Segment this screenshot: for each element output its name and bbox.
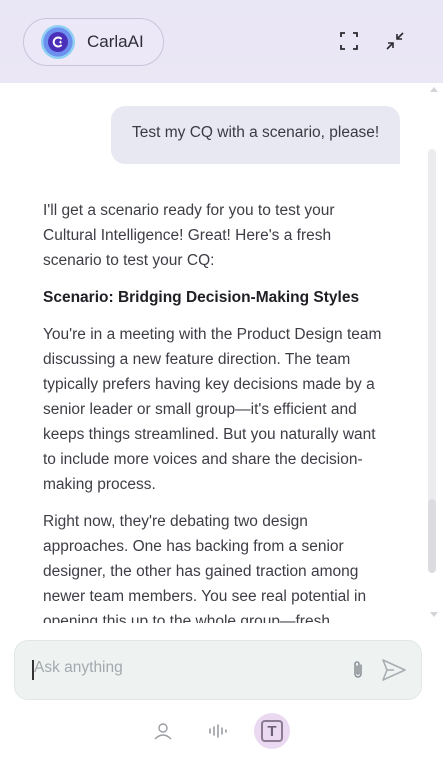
user-message-text: Test my CQ with a scenario, please! bbox=[132, 124, 380, 141]
message-composer[interactable]: Ask anything bbox=[14, 640, 422, 700]
mode-switcher: T bbox=[0, 705, 443, 765]
scrollbar-thumb[interactable] bbox=[428, 499, 436, 573]
paperclip-icon bbox=[354, 661, 362, 678]
reply-intro: I'll get a scenario ready for you to tes… bbox=[43, 202, 335, 269]
reply-paragraph-2: Right now, they're debating two design a… bbox=[43, 513, 367, 623]
reply-scenario-heading: Scenario: Bridging Decision-Making Style… bbox=[43, 289, 360, 306]
carla-logo-icon bbox=[41, 25, 75, 59]
minimize-button[interactable] bbox=[383, 29, 407, 53]
voice-mode-button[interactable] bbox=[200, 713, 236, 749]
send-icon bbox=[382, 659, 406, 681]
expand-icon bbox=[340, 32, 358, 50]
scroll-down-arrow-icon[interactable] bbox=[430, 612, 438, 617]
send-button[interactable] bbox=[380, 656, 408, 684]
chat-thread[interactable]: Test my CQ with a scenario, please! I'll… bbox=[0, 83, 443, 623]
composer-placeholder[interactable]: Ask anything bbox=[34, 659, 123, 677]
brand-name: CarlaAI bbox=[87, 32, 144, 51]
waveform-icon bbox=[209, 724, 227, 738]
brand-pill[interactable]: CarlaAI bbox=[23, 18, 164, 66]
assistant-reply: I'll get a scenario ready for you to tes… bbox=[43, 198, 388, 623]
person-icon bbox=[154, 723, 172, 740]
reply-paragraph-1: You're in a meeting with the Product Des… bbox=[43, 326, 382, 493]
avatar-mode-button[interactable] bbox=[145, 713, 181, 749]
attach-button[interactable] bbox=[346, 658, 370, 682]
text-mode-icon: T bbox=[261, 720, 283, 742]
user-message-bubble: Test my CQ with a scenario, please! bbox=[111, 106, 400, 164]
collapse-icon bbox=[386, 32, 404, 50]
text-mode-button[interactable]: T bbox=[254, 713, 290, 749]
header-bar: CarlaAI bbox=[0, 0, 443, 83]
scroll-up-arrow-icon[interactable] bbox=[430, 87, 438, 92]
chat-scrollbar[interactable] bbox=[425, 83, 443, 623]
fullscreen-button[interactable] bbox=[337, 29, 361, 53]
